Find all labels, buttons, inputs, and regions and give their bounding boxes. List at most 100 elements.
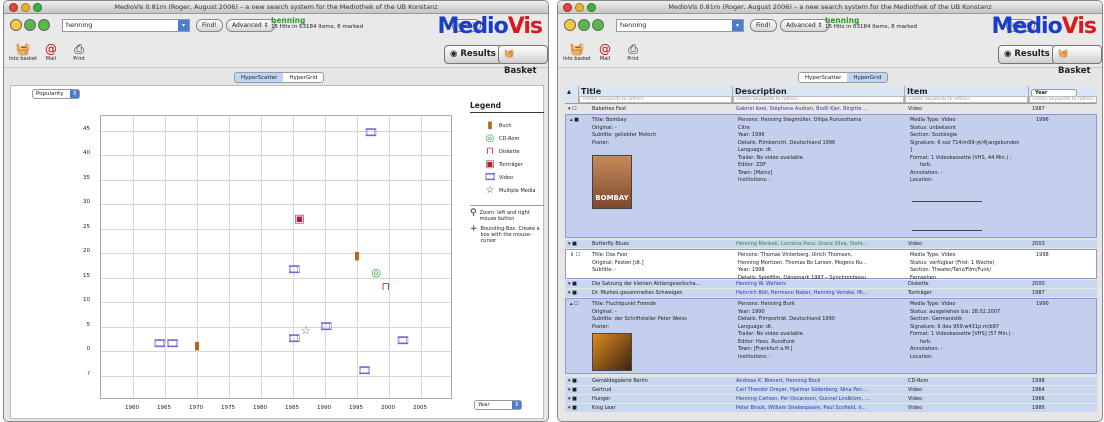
basket-add-icon: 🧺 — [569, 42, 585, 56]
basket-button[interactable]: 🧺 Basket — [1052, 45, 1102, 76]
data-point-video[interactable]: 🎞 — [396, 335, 410, 347]
legend-item: 🎞 Video — [470, 171, 544, 184]
data-point-cd-rom[interactable]: ◎ — [370, 266, 382, 279]
mail-tool[interactable]: @ Mail — [590, 42, 620, 62]
advanced-button[interactable]: Advanced ⇕ — [780, 19, 829, 32]
row-toggle-icon[interactable]: ▾ ■ — [565, 289, 589, 297]
find-button[interactable]: Find! — [750, 19, 777, 32]
table-row[interactable]: ▾ ■ Butterfly Blues Henning Mankell, Lucré… — [565, 240, 1097, 248]
legend-item: ▮ Buch — [470, 119, 544, 132]
back-icon[interactable] — [578, 19, 590, 31]
gridline-h — [101, 204, 451, 206]
data-point-video[interactable]: 🎞 — [319, 320, 333, 333]
table-row[interactable]: ▾ ☐ Babettes Fest Gabriel Axel, Stéphane A… — [565, 105, 1097, 113]
data-point-buch[interactable]: ▮ — [351, 249, 363, 262]
column-description[interactable]: Description <enter keywords to refine> — [733, 86, 905, 103]
into-basket-tool[interactable]: 🧺 Into basket — [562, 42, 592, 62]
search-input[interactable]: henning ▾ — [62, 19, 190, 32]
data-point-video[interactable]: 🎞 — [287, 264, 301, 276]
advanced-button[interactable]: Advanced ⇕ — [226, 19, 275, 32]
results-button[interactable]: ◉ Results — [998, 45, 1056, 64]
chevron-down-icon[interactable]: ▾ — [732, 20, 743, 31]
title-filter-input[interactable]: <enter keywords to refine> — [579, 96, 732, 103]
minimize-window-button[interactable] — [21, 3, 30, 12]
zoom-hint: ⚲ Zoom: left and right mouse button — [470, 205, 544, 222]
data-point-video[interactable]: 🎞 — [153, 337, 167, 350]
x-tick-label: 2000 — [381, 405, 395, 411]
close-window-button[interactable] — [9, 3, 18, 12]
into-basket-tool[interactable]: 🧺 Into basket — [8, 42, 38, 62]
data-point-video[interactable]: 🎞 — [357, 364, 371, 377]
detail-line: Signature: 6 deu 959:w431p:m/b97 — [910, 323, 999, 330]
zoom-window-button[interactable] — [33, 3, 42, 12]
expand-icon[interactable]: ⇕ ☐ — [570, 252, 584, 260]
collapse-icon[interactable]: ▴ ■ — [570, 117, 584, 125]
data-point-buch[interactable]: ▮ — [191, 340, 203, 352]
row-toggle-icon[interactable]: ▾ ■ — [565, 386, 589, 394]
back-icon[interactable] — [24, 19, 36, 31]
data-point-multiple-media[interactable]: ☆ — [300, 325, 312, 337]
hit-count: henning 15 Hits in 63184 Items, 8 marked — [825, 17, 917, 31]
row-toggle-icon[interactable]: ▾ ■ — [565, 280, 589, 288]
y-axis-selector[interactable]: Popularity ⇕ — [32, 89, 80, 99]
table-row[interactable]: ▾ ■ Die Satzung der kleinen Aktiengesells… — [565, 280, 1097, 288]
record-detail-fluchtpunkt[interactable]: ▴ ☐ Title: Fluchtpunkt Fremde Original: -… — [565, 298, 1097, 374]
scatter-plot-area[interactable]: 🎞 ▣ ▮ ◎ 🎞 ⊓ ☆ 🎞 🎞 🎞 🎞 🎞 ▮ 🎞 — [100, 115, 452, 399]
row-year: 1964 — [1032, 387, 1045, 393]
tab-hypergrid[interactable]: HyperGrid — [847, 73, 888, 82]
record-detail-das-fest[interactable]: ⇕ ☐ Title: Das Fest Original: Festen [dt.… — [565, 249, 1097, 281]
sort-icon[interactable]: ▴ — [565, 86, 579, 103]
year-filter-input[interactable]: <enter keywords to refine> — [1029, 96, 1097, 103]
detail-line: Institutions: - — [738, 353, 771, 360]
table-row[interactable]: ▾ ■ Dr. Murkes gesammeltes Schweigen Heinr… — [565, 289, 1097, 297]
forward-icon[interactable] — [592, 19, 604, 31]
find-button[interactable]: Find! — [196, 19, 223, 32]
x-tick-label: 1960 — [125, 405, 139, 411]
table-row[interactable]: ▾ ■ King Lear Peter Brook, William Shakesp… — [565, 404, 1097, 412]
item-filter-input[interactable]: <enter keywords to refine> — [905, 96, 1028, 103]
collapse-icon[interactable]: ▴ ☐ — [570, 301, 584, 309]
data-point-video[interactable]: 🎞 — [287, 332, 301, 345]
forward-icon[interactable] — [38, 19, 50, 31]
mail-tool[interactable]: @ Mail — [36, 42, 66, 62]
print-tool[interactable]: ⎙ Print — [618, 42, 648, 62]
tab-hyperscatter[interactable]: HyperScatter — [235, 73, 284, 82]
table-row[interactable]: ▾ ■ Hunger Henning Carlsen, Per Oscarsson,… — [565, 395, 1097, 403]
detail-line: Subtitle: der Schriftsteller Peter Weiss — [592, 316, 687, 322]
row-description: Heinrich Böll, Hermann Naber, Henning Ve… — [736, 290, 868, 296]
home-icon[interactable] — [10, 19, 22, 31]
data-point-diskette[interactable]: ⊓ — [380, 281, 392, 293]
record-detail-bombay[interactable]: ▴ ■ Title: Bombay Original: - Subtitle: ge… — [565, 114, 1097, 238]
data-point-video[interactable]: 🎞 — [364, 127, 378, 139]
search-input[interactable]: henning ▾ — [616, 19, 744, 32]
chevron-down-icon[interactable]: ▾ — [178, 20, 189, 31]
data-point-tonträger[interactable]: ▣ — [293, 212, 305, 225]
results-button[interactable]: ◉ Results — [444, 45, 502, 64]
detail-line: Persons: Henning Stegmüller, Dilipa Puru… — [738, 117, 862, 123]
column-title[interactable]: Title <enter keywords to refine> — [579, 86, 733, 103]
tab-hypergrid[interactable]: HyperGrid — [283, 73, 324, 82]
mediovis-logo: MedioVis — [991, 14, 1098, 39]
row-toggle-icon[interactable]: ▾ ■ — [565, 377, 589, 385]
column-year[interactable]: Year <enter keywords to refine> — [1029, 86, 1097, 103]
y-tick-label: 40 — [83, 150, 90, 157]
row-item: Diskette — [908, 281, 929, 287]
print-tool[interactable]: ⎙ Print — [64, 42, 94, 62]
data-point-video[interactable]: 🎞 — [165, 337, 179, 350]
table-row[interactable]: ▾ ■ Gemäldegalerie Berlin Andreas K. Biene… — [565, 377, 1097, 385]
row-toggle-icon[interactable]: ▾ ■ — [565, 240, 589, 248]
close-window-button[interactable] — [563, 3, 572, 12]
minimize-window-button[interactable] — [575, 3, 584, 12]
home-icon[interactable] — [564, 19, 576, 31]
row-toggle-icon[interactable]: ▾ ■ — [565, 395, 589, 403]
row-toggle-icon[interactable]: ▾ ☐ — [565, 105, 589, 113]
row-toggle-icon[interactable]: ▾ ■ — [565, 404, 589, 412]
description-filter-input[interactable]: <enter keywords to refine> — [733, 96, 904, 103]
detail-line: Poster: — [592, 323, 610, 330]
column-item[interactable]: Item <enter keywords to refine> — [905, 86, 1029, 103]
zoom-window-button[interactable] — [587, 3, 596, 12]
table-row[interactable]: ▾ ■ Gertrud Carl Theodor Dreyer, Hjalmar S… — [565, 386, 1097, 394]
x-axis-selector[interactable]: Year ⇕ — [474, 400, 522, 410]
tab-hyperscatter[interactable]: HyperScatter — [799, 73, 848, 82]
basket-button[interactable]: 🧺 Basket — [498, 45, 548, 76]
